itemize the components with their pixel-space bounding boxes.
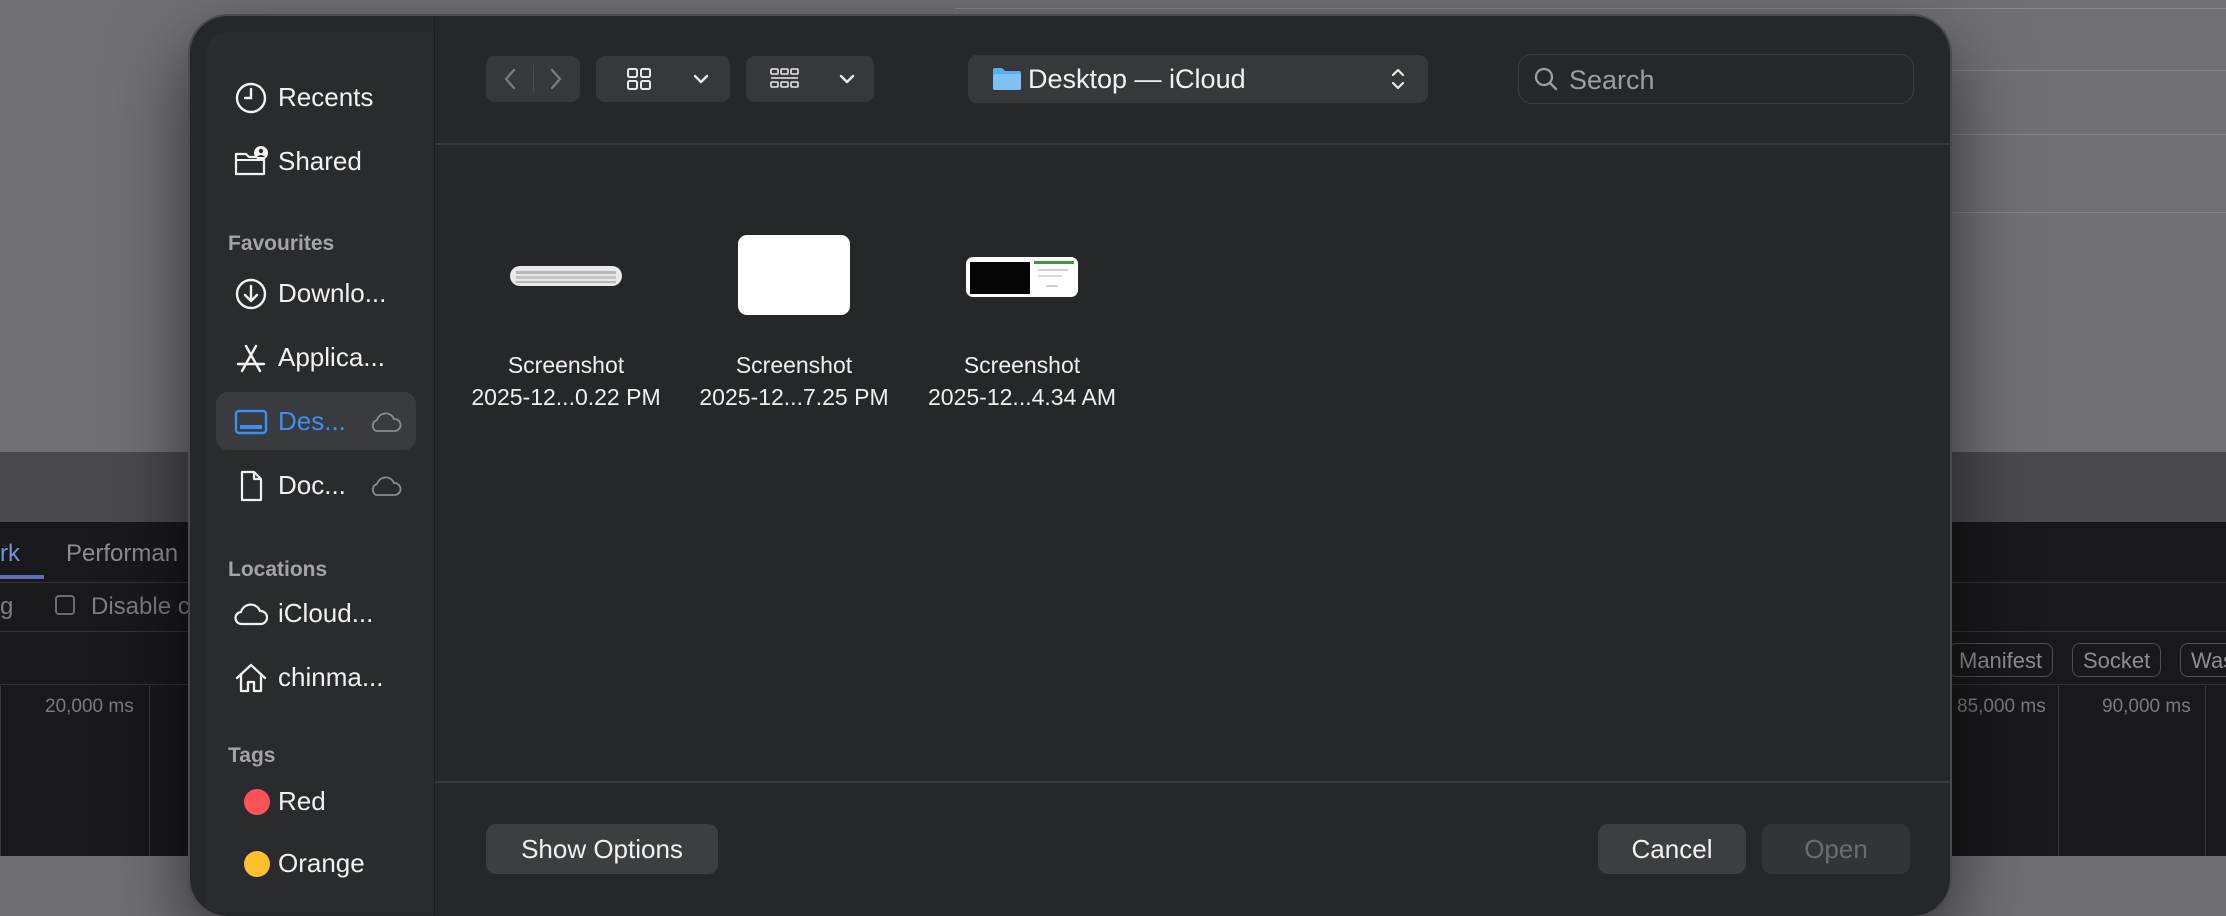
file-name: Screenshot 2025-12...0.22 PM	[456, 349, 676, 413]
disable-cache-label: Disable c	[91, 593, 190, 620]
download-icon	[235, 278, 267, 310]
chevron-right-icon[interactable]	[544, 67, 566, 91]
file-name-line2: 2025-12...4.34 AM	[928, 384, 1116, 410]
disable-cache-checkbox[interactable]	[55, 595, 75, 615]
cancel-button[interactable]: Cancel	[1598, 824, 1746, 874]
back-forward-control	[486, 56, 580, 102]
home-icon	[235, 663, 267, 693]
desktop-icon	[234, 409, 268, 435]
timeline-gridline	[1950, 686, 1951, 856]
sidebar-heading-tags: Tags	[228, 744, 276, 767]
view-mode-button[interactable]	[596, 56, 730, 102]
sidebar-item-label: Doc...	[278, 470, 346, 500]
shared-folder-icon	[234, 146, 268, 176]
timeline-gridline	[2058, 686, 2059, 856]
red-tag-dot-icon	[244, 789, 270, 815]
icloud-status-icon	[371, 412, 402, 432]
chevron-down-icon	[693, 74, 709, 84]
toolbar-divider	[435, 143, 1950, 145]
file-name-line1: Screenshot	[507, 352, 625, 378]
sidebar-item-label: Recents	[278, 82, 374, 112]
chevron-down-icon	[839, 74, 855, 84]
sidebar-item-label: Red	[278, 786, 326, 816]
filter-chip-manifest[interactable]: Manifest	[1948, 643, 2054, 677]
chevron-left-icon[interactable]	[500, 67, 522, 91]
timeline-gridline	[0, 686, 1, 856]
up-down-chevron-icon	[1391, 68, 1405, 90]
folder-icon	[993, 68, 1021, 90]
sidebar-item-desktop[interactable]: Des...	[216, 392, 416, 450]
file-name-line2: 2025-12...7.25 PM	[699, 384, 889, 410]
timeline-tick-label: 90,000 ms	[2102, 696, 2191, 717]
open-button[interactable]: Open	[1762, 824, 1910, 874]
sidebar-item-documents[interactable]: Doc...	[216, 456, 416, 514]
sidebar-item-label: Des...	[278, 406, 346, 436]
group-grid-icon	[770, 68, 799, 88]
open-file-dialog: Recents Shared Favourites Downlo... Appl…	[190, 16, 1950, 916]
file-thumbnail	[966, 257, 1078, 297]
sidebar-tag-orange[interactable]: Orange	[216, 834, 416, 892]
sidebar-tag-red[interactable]: Red	[216, 772, 416, 830]
icloud-status-icon	[371, 476, 402, 496]
devtools-tab-underline	[0, 575, 44, 579]
grid-icon	[627, 68, 651, 90]
devtools-tab-performance[interactable]: Performan	[66, 540, 178, 568]
sidebar-item-label: Downlo...	[278, 278, 387, 308]
show-options-button[interactable]: Show Options	[486, 824, 718, 874]
location-label: Desktop — iCloud	[1028, 64, 1246, 94]
timeline-tick-label: 20,000 ms	[45, 696, 134, 717]
timeline-tick-label: 85,000 ms	[1957, 696, 2046, 717]
devtools-toolbar-text: g	[0, 593, 14, 620]
timeline-gridline	[149, 686, 150, 856]
file-thumbnail	[510, 266, 622, 286]
filter-chip-wasm[interactable]: Was	[2180, 643, 2226, 677]
sidebar-item-downloads[interactable]: Downlo...	[216, 264, 416, 322]
clock-icon	[235, 82, 267, 114]
orange-tag-dot-icon	[244, 851, 270, 877]
file-name: Screenshot 2025-12...7.25 PM	[684, 349, 904, 413]
sidebar-item-label: Applica...	[278, 342, 385, 372]
file-name-line1: Screenshot	[963, 352, 1081, 378]
sidebar-item-home[interactable]: chinma...	[216, 648, 416, 706]
sidebar-item-recents[interactable]: Recents	[216, 68, 416, 126]
sidebar-item-label: Orange	[278, 848, 365, 878]
sidebar-item-icloud-drive[interactable]: iCloud...	[216, 584, 416, 642]
devtools-tab-network[interactable]: rk	[0, 540, 20, 568]
sidebar-item-label: chinma...	[278, 662, 384, 692]
group-by-button[interactable]	[746, 56, 874, 102]
sidebar-item-label: iCloud...	[278, 598, 374, 628]
sidebar-item-shared[interactable]: Shared	[216, 132, 416, 190]
file-thumbnail	[738, 235, 850, 315]
applications-icon	[236, 344, 266, 373]
file-name-line2: 2025-12...0.22 PM	[471, 384, 661, 410]
cloud-icon	[234, 603, 268, 626]
filter-chip-socket[interactable]: Socket	[2072, 643, 2162, 677]
location-popup[interactable]: Desktop — iCloud	[968, 55, 1428, 103]
sidebar-item-label: Shared	[278, 146, 362, 176]
timeline-gridline	[2205, 686, 2206, 856]
search-field[interactable]: Search	[1518, 54, 1914, 104]
search-placeholder: Search	[1569, 65, 1655, 95]
sidebar-heading-favourites: Favourites	[228, 232, 335, 255]
search-icon	[1534, 67, 1558, 91]
file-name: Screenshot 2025-12...4.34 AM	[912, 349, 1132, 413]
sidebar-item-applications[interactable]: Applica...	[216, 328, 416, 386]
sidebar-heading-locations: Locations	[228, 558, 328, 581]
document-icon	[240, 470, 263, 502]
bottom-bar-divider	[435, 781, 1950, 783]
dialog-sidebar: Recents Shared Favourites Downlo... Appl…	[206, 32, 434, 912]
file-name-line1: Screenshot	[735, 352, 853, 378]
segment-divider	[533, 65, 534, 93]
